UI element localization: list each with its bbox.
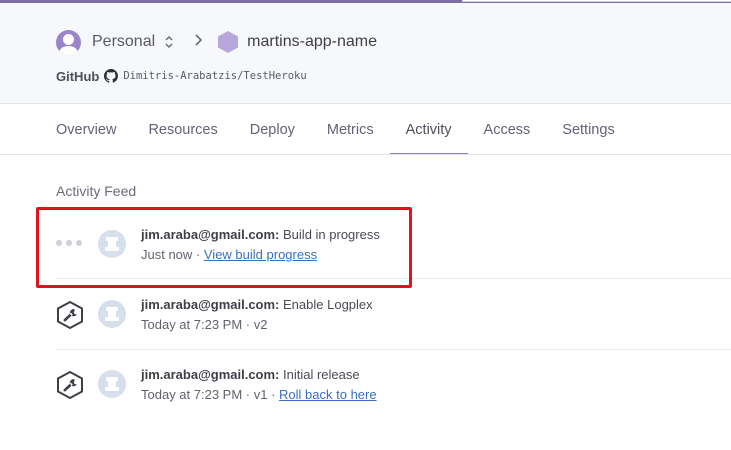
highlight-annotation-box <box>36 207 412 288</box>
chevron-right-icon <box>194 33 203 51</box>
tab-activity[interactable]: Activity <box>389 104 468 155</box>
breadcrumb: Personal martins-app-name <box>56 28 377 56</box>
activity-description: jim.araba@gmail.com: Enable Logplex <box>141 297 373 312</box>
user-avatar-icon <box>98 370 126 398</box>
github-connection: GitHub Dimitris-Arabatzis/TestHeroku <box>56 67 307 85</box>
release-version: v2 <box>253 317 268 332</box>
activity-meta: Today at 7:23 PM · v2 <box>141 317 267 332</box>
personal-avatar-icon[interactable] <box>56 29 81 55</box>
tab-deploy[interactable]: Deploy <box>234 104 311 155</box>
github-icon <box>104 69 119 83</box>
activity-user: jim.araba@gmail.com: <box>141 367 280 382</box>
meta-separator: · <box>242 387 254 402</box>
tab-settings[interactable]: Settings <box>546 104 630 155</box>
activity-action: Initial release <box>283 367 360 382</box>
activity-description: jim.araba@gmail.com: Initial release <box>141 367 360 382</box>
tab-resources[interactable]: Resources <box>132 104 233 155</box>
tab-metrics[interactable]: Metrics <box>311 104 390 155</box>
wrench-hexagon-icon <box>57 370 83 400</box>
tab-access[interactable]: Access <box>468 104 547 155</box>
activity-meta: Today at 7:23 PM · v1 · Roll back to her… <box>141 387 377 402</box>
updown-chevron-icon[interactable] <box>164 34 174 50</box>
release-version: v1 <box>253 387 268 402</box>
wrench-hexagon-icon <box>57 300 83 330</box>
activity-action: Enable Logplex <box>283 297 373 312</box>
activity-item: jim.araba@gmail.com: Initial release Tod… <box>56 358 731 418</box>
feed-divider <box>56 349 731 350</box>
activity-feed-title: Activity Feed <box>56 183 137 199</box>
meta-separator: · <box>242 317 254 332</box>
activity-time: Today at 7:23 PM <box>141 387 243 402</box>
activity-item: jim.araba@gmail.com: Enable Logplex Toda… <box>56 288 731 348</box>
github-repo-link[interactable]: Dimitris-Arabatzis/TestHeroku <box>123 70 306 82</box>
app-tabs: Overview Resources Deploy Metrics Activi… <box>40 104 631 155</box>
activity-user: jim.araba@gmail.com: <box>141 297 280 312</box>
tabs-divider <box>0 154 731 155</box>
app-name[interactable]: martins-app-name <box>247 33 377 51</box>
browser-edge <box>462 0 731 2</box>
account-switcher[interactable]: Personal <box>92 33 155 51</box>
meta-separator: · <box>267 387 280 402</box>
roll-back-link[interactable]: Roll back to here <box>279 387 377 402</box>
github-label: GitHub <box>56 68 100 84</box>
activity-time: Today at 7:23 PM <box>141 317 243 332</box>
app-hexagon-icon <box>217 30 239 54</box>
user-avatar-icon <box>98 300 126 328</box>
tab-overview[interactable]: Overview <box>40 104 132 155</box>
